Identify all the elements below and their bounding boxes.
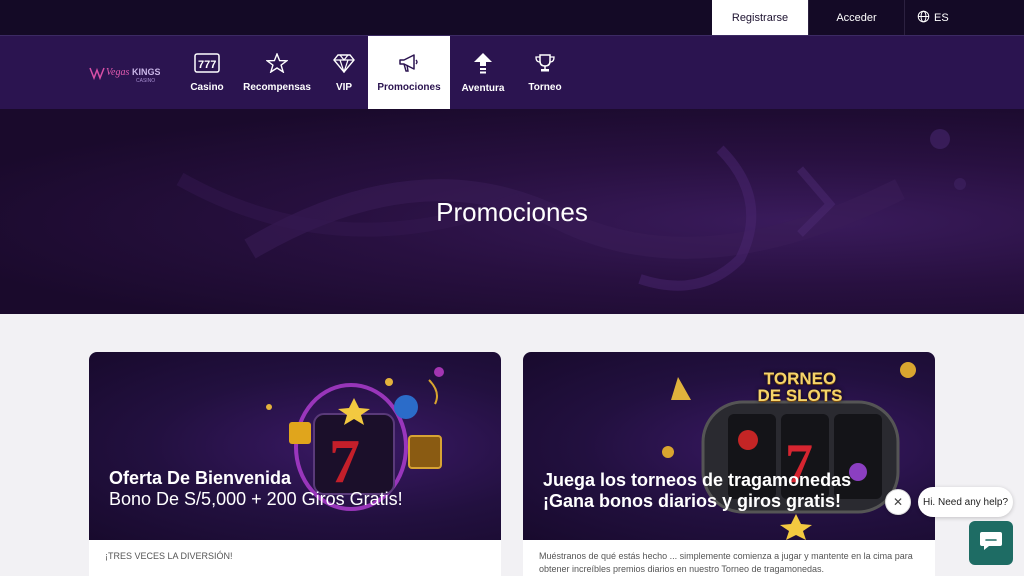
nav-promociones[interactable]: Promociones [368,36,450,110]
promo-heading-line2: Bono De S/5,000 + 200 Giros Gratis! [109,489,403,509]
nav-aventura[interactable]: Aventura [460,36,506,110]
megaphone-icon [398,53,420,82]
top-bar: Registrarse Acceder ES [0,0,1024,35]
nav-vip[interactable]: VIP [324,36,364,110]
nav-label: Casino [190,82,224,93]
nav-casino[interactable]: 777 Casino [184,36,230,110]
login-button[interactable]: Acceder [808,0,904,35]
svg-text:Vegas: Vegas [106,67,129,78]
nav-label: Aventura [461,83,505,94]
arrow-up-icon [473,52,493,83]
language-selector[interactable]: ES [904,0,1024,35]
register-button[interactable]: Registrarse [712,0,808,35]
chat-open-button[interactable] [969,521,1013,565]
star-icon [265,52,289,82]
promo-heading-line2: ¡Gana bonos diarios y giros gratis! [543,491,842,511]
promo-image: 7 TORNEO DE SLOTS Juega los torneos de t… [523,352,935,540]
tournament-title-line2: DE SLOTS [757,386,843,405]
page-title: Promociones [436,197,588,227]
svg-text:KINGS: KINGS [132,67,160,77]
hero-banner: Promociones [0,109,1024,314]
chat-greeting-bubble[interactable]: Hi. Need any help? [918,487,1013,517]
tournament-title-line1: TORNEO [763,369,837,388]
diamond-icon [333,53,355,82]
vegaskings-logo[interactable]: Vegas KINGS CASINO [88,62,161,84]
nav-label: Promociones [377,82,441,93]
nav-label: VIP [335,82,353,93]
language-label: ES [934,11,949,24]
chat-close-button[interactable]: ✕ [885,489,911,515]
trophy-icon [533,53,557,82]
nav-label: Recompensas [243,82,311,93]
nav-recompensas[interactable]: Recompensas [243,36,311,110]
nav-label: Torneo [528,82,562,93]
slot-reels-art: 7 [266,367,444,511]
promo-heading-line1: Juega los torneos de tragamonedas [543,470,852,490]
nav-torneo[interactable]: Torneo [526,36,564,110]
promo-description: ¡TRES VECES LA DIVERSIÓN! [105,551,233,561]
promo-description: Muéstranos de qué estás hecho ... simple… [539,551,913,574]
svg-text:777: 777 [198,59,216,71]
close-icon: ✕ [892,495,904,509]
promo-image: 7 Oferta De Bienvenida Bono De S/5,000 +… [89,352,501,540]
promo-heading: Juega los torneos de tragamonedas ¡Gana … [543,470,851,512]
slot-machine-icon: 777 [194,53,220,82]
promo-heading: Oferta De Bienvenida Bono De S/5,000 + 2… [109,468,403,510]
tournament-title-art: TORNEO DE SLOTS [745,370,855,404]
main-nav: Vegas KINGS CASINO 777 Casino Recompensa… [0,35,1024,110]
chat-greeting-text: Hi. Need any help? [922,496,1009,508]
svg-text:CASINO: CASINO [136,78,155,84]
promo-card-welcome[interactable]: 7 Oferta De Bienvenida Bono De S/5,000 +… [89,352,501,576]
chat-icon [979,530,1003,557]
promo-card-tournament[interactable]: 7 TORNEO DE SLOTS Juega los torneos de t… [523,352,935,576]
promo-heading-line1: Oferta De Bienvenida [109,468,292,488]
globe-icon [917,10,930,26]
